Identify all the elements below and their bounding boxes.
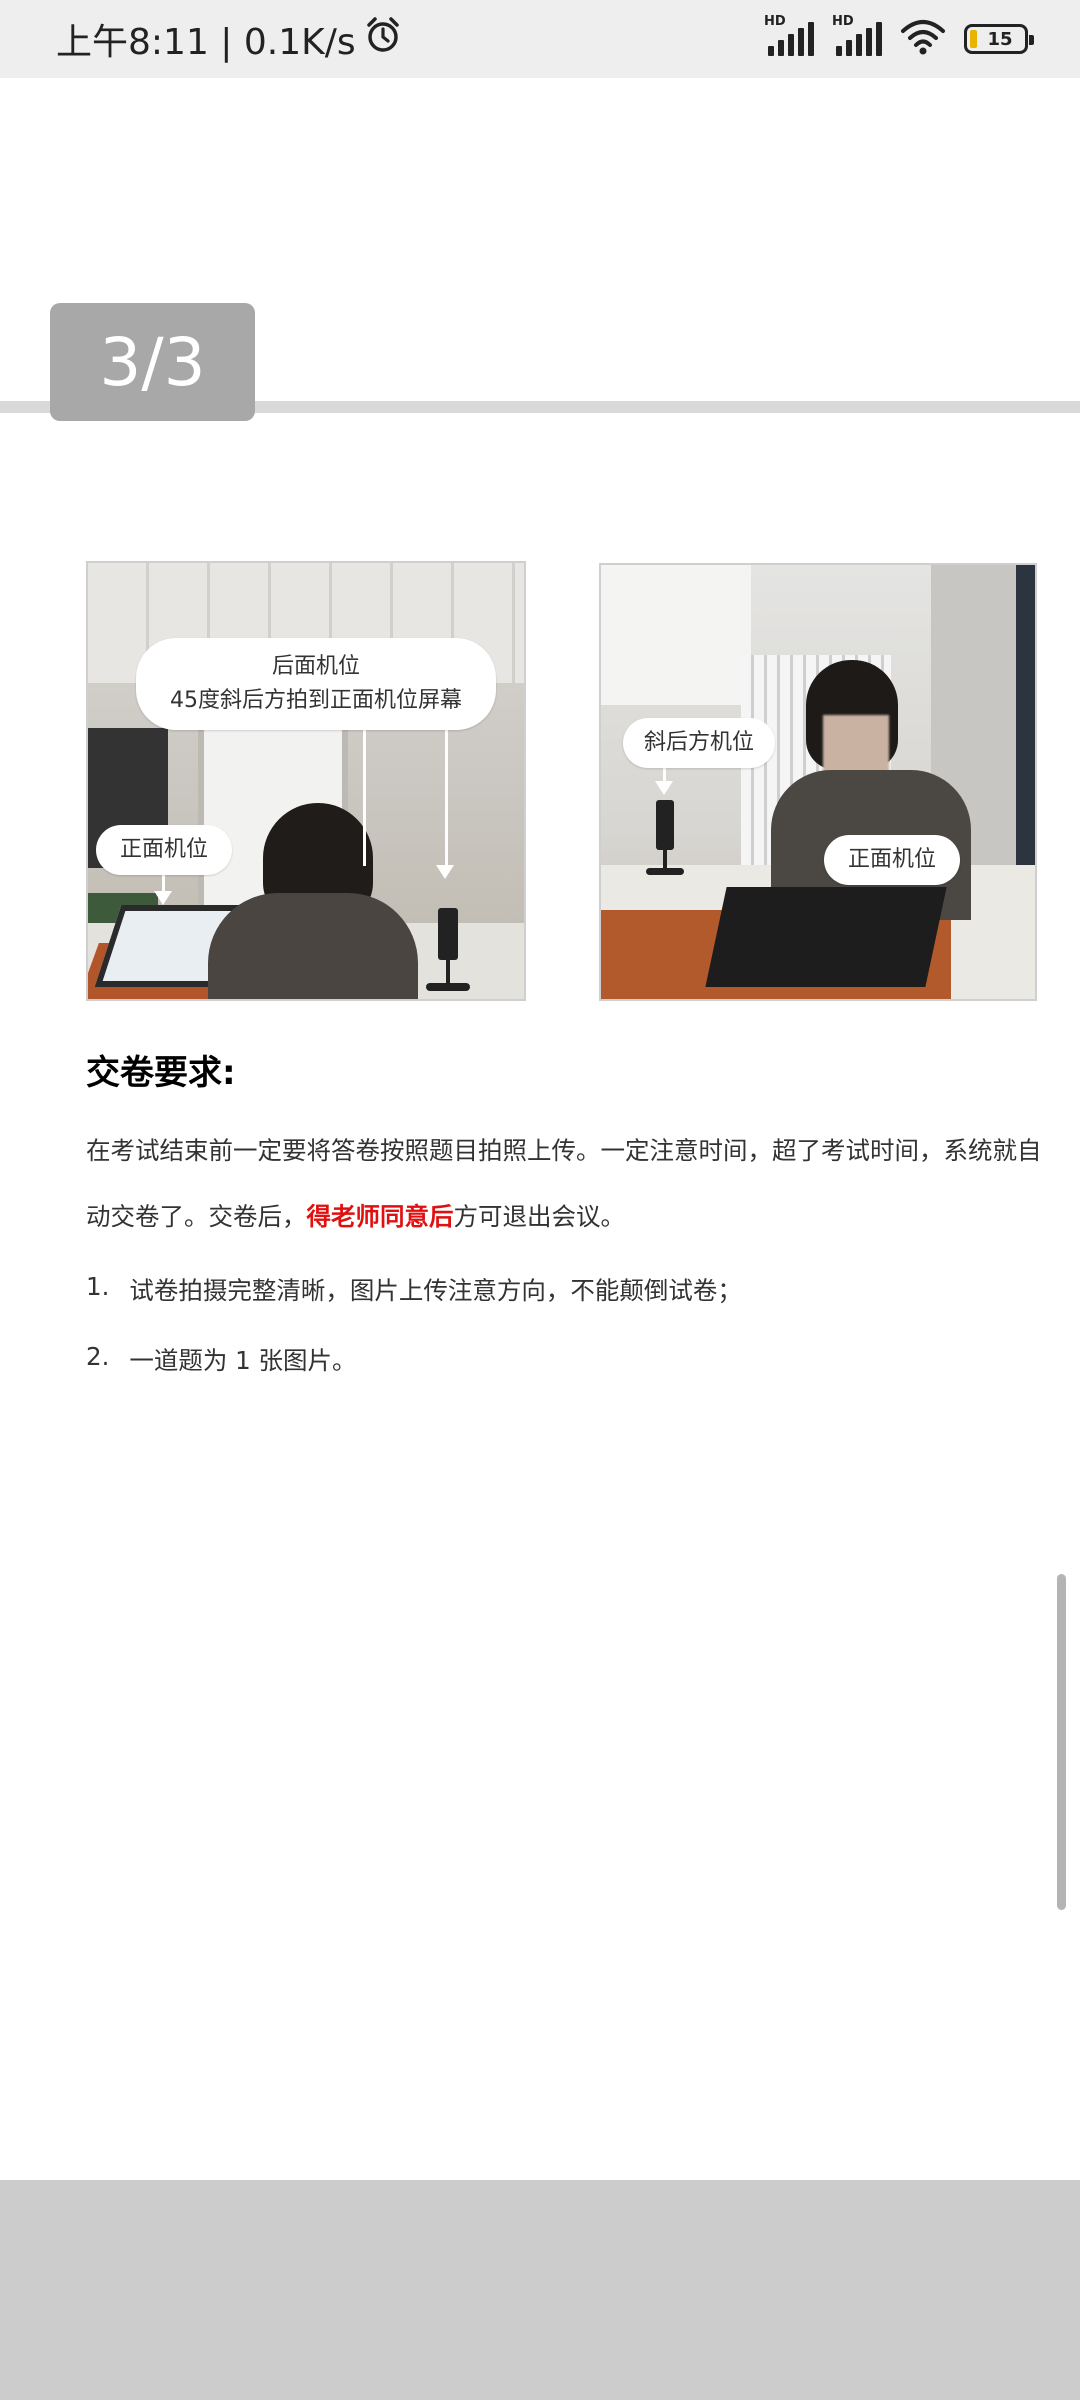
bottom-bar bbox=[0, 2180, 1080, 2400]
signal-1-icon: HD bbox=[764, 14, 814, 56]
vertical-scrollbar[interactable] bbox=[1057, 1574, 1066, 1910]
label-back-camera: 后面机位 45度斜后方拍到正面机位屏幕 bbox=[136, 638, 496, 730]
list-item: 2. 一道题为 1 张图片。 bbox=[86, 1342, 357, 1375]
emphasis-text: 得老师同意后 bbox=[306, 1202, 454, 1231]
submission-paragraph: 在考试结束前一定要将答卷按照题目拍照上传。一定注意时间，超了考试时间，系统就自动… bbox=[86, 1136, 1042, 1231]
alarm-clock-icon bbox=[364, 16, 402, 63]
battery-level: 15 bbox=[987, 28, 1013, 50]
list-item: 1. 试卷拍摄完整清晰，图片上传注意方向，不能颠倒试卷； bbox=[86, 1272, 742, 1305]
signal-2-icon: HD bbox=[832, 14, 882, 56]
photo-camera-setup-back: 后面机位 45度斜后方拍到正面机位屏幕 正面机位 bbox=[86, 561, 526, 1001]
status-time-speed: 上午8:11 | 0.1K/s bbox=[56, 22, 356, 63]
status-right: HD HD 15 bbox=[764, 14, 1034, 59]
label-front-camera: 正面机位 bbox=[96, 825, 232, 875]
wifi-icon bbox=[900, 19, 946, 59]
photo-camera-setup-oblique: 斜后方机位 正面机位 bbox=[599, 563, 1037, 1001]
battery-icon: 15 bbox=[964, 24, 1034, 54]
status-left: 上午8:11 | 0.1K/s bbox=[56, 13, 402, 65]
label-oblique-camera: 斜后方机位 bbox=[623, 718, 775, 768]
page-indicator: 3/3 bbox=[50, 303, 255, 421]
label-front-camera-right: 正面机位 bbox=[824, 835, 960, 885]
section-title: 交卷要求: bbox=[86, 1053, 236, 1093]
status-bar: 上午8:11 | 0.1K/s HD HD 15 bbox=[0, 0, 1080, 78]
